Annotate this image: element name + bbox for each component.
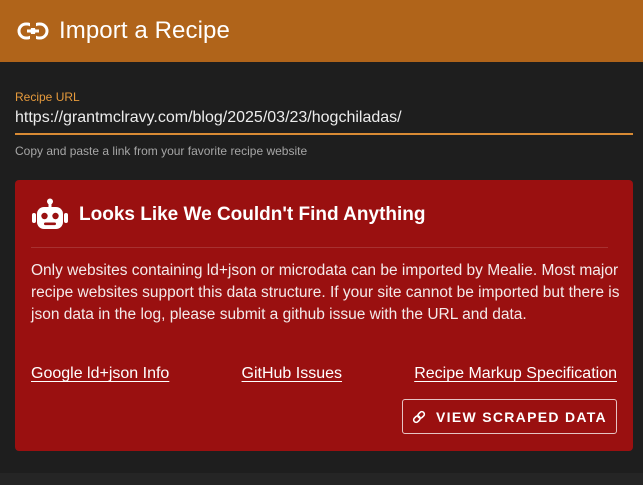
link-icon bbox=[412, 410, 426, 424]
import-content: Recipe URL Copy and paste a link from yo… bbox=[0, 62, 643, 485]
alert-divider bbox=[31, 247, 608, 248]
alert-header: Looks Like We Couldn't Find Anything bbox=[31, 198, 426, 232]
recipe-markup-spec-link[interactable]: Recipe Markup Specification bbox=[414, 365, 617, 383]
help-links: Google ld+json Info GitHub Issues Recipe… bbox=[31, 365, 617, 383]
recipe-url-hint: Copy and paste a link from your favorite… bbox=[15, 144, 308, 158]
error-alert: Looks Like We Couldn't Find Anything Onl… bbox=[15, 180, 633, 451]
view-scraped-data-label: VIEW SCRAPED DATA bbox=[436, 408, 607, 425]
google-ld-json-link[interactable]: Google ld+json Info bbox=[31, 365, 169, 383]
alert-message: Only websites containing ld+json or micr… bbox=[31, 262, 620, 323]
recipe-url-field: Recipe URL Copy and paste a link from yo… bbox=[15, 90, 633, 158]
alert-title: Looks Like We Couldn't Find Anything bbox=[79, 204, 426, 225]
link-icon bbox=[17, 19, 49, 43]
recipe-url-input[interactable] bbox=[15, 106, 633, 135]
recipe-url-label: Recipe URL bbox=[15, 90, 80, 104]
view-scraped-data-button[interactable]: VIEW SCRAPED DATA bbox=[402, 399, 617, 434]
page-title: Import a Recipe bbox=[59, 17, 230, 44]
content-footer-shade bbox=[0, 473, 643, 485]
page-header: Import a Recipe bbox=[0, 0, 643, 62]
robot-icon bbox=[31, 198, 69, 232]
github-issues-link[interactable]: GitHub Issues bbox=[242, 365, 342, 383]
